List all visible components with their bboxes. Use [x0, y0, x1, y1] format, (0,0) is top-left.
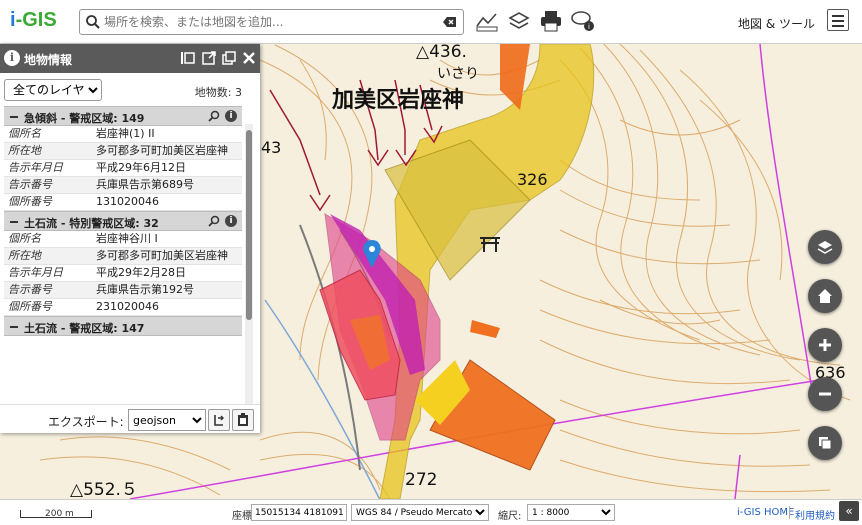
scale-label: 縮尺:	[498, 511, 522, 522]
collapse-icon[interactable]	[10, 221, 18, 223]
terms-link[interactable]: 利用規約	[795, 507, 835, 522]
coordinate-field[interactable]	[251, 504, 347, 521]
collapse-icon[interactable]	[10, 326, 18, 328]
table-row: 個所番号 231020046	[4, 299, 242, 316]
map-tools-label[interactable]: 地図 & ツール	[738, 15, 815, 32]
scrollbar-thumb[interactable]	[246, 130, 252, 320]
export-bar: エクスポート: geojson	[0, 404, 260, 433]
section-header-debris-special[interactable]: 土石流 - 特別警戒区域: 32 i	[4, 211, 242, 231]
search-input[interactable]	[104, 13, 434, 31]
section-header-slope-caution[interactable]: 急傾斜 - 警戒区域: 149 i	[4, 106, 242, 126]
zoom-out-button[interactable]	[808, 377, 842, 411]
feature-list: 急傾斜 - 警戒区域: 149 i 個所名 岩座神(1) II 所在地 多可郡多可町…	[4, 106, 242, 391]
divider	[789, 506, 790, 519]
feature-info-panel: i 地物情報 全てのレイヤ 地物数: 3 急傾斜 - 警戒区域: 149 i 個…	[0, 44, 260, 433]
export-format-select[interactable]: geojson	[128, 409, 206, 431]
collapse-toolbar-button[interactable]: «	[839, 501, 859, 521]
download-icon	[214, 415, 224, 426]
section-header-debris-caution[interactable]: 土石流 - 警戒区域: 147	[4, 316, 242, 336]
map-label-272: 272	[405, 470, 438, 490]
dock-icon[interactable]	[180, 50, 196, 66]
projection-select[interactable]: WGS 84 / Pseudo Mercator	[351, 504, 489, 521]
zoom-to-icon[interactable]	[208, 110, 220, 122]
home-extent-button[interactable]	[808, 279, 842, 313]
export-download-button[interactable]	[208, 409, 230, 431]
export-label: エクスポート:	[48, 415, 124, 429]
app-logo[interactable]: i-GIS	[10, 9, 57, 32]
clipboard-icon	[238, 413, 248, 426]
map-label-iwakura: 加美区岩座神	[332, 88, 465, 113]
panel-scrollbar[interactable]	[245, 124, 253, 429]
search-box	[79, 9, 464, 35]
panel-header: i 地物情報	[0, 44, 260, 73]
feature-count: 地物数: 3	[194, 86, 242, 99]
section-title: 急傾斜 - 警戒区域: 149	[24, 112, 145, 125]
table-row: 告示年月日 平成29年6月12日	[4, 160, 242, 177]
info-icon: i	[4, 50, 20, 66]
minus-icon	[819, 392, 831, 396]
table-row: 所在地 多可郡多可町加美区岩座神	[4, 143, 242, 160]
table-row: 告示番号 兵庫県告示第192号	[4, 282, 242, 299]
section-title: 土石流 - 特別警戒区域: 32	[24, 217, 159, 230]
table-row: 個所番号 131020046	[4, 194, 242, 211]
status-bar: 200 m 座標: WGS 84 / Pseudo Mercator 縮尺: 1…	[0, 499, 862, 525]
layers-draw-icon[interactable]	[506, 8, 532, 34]
map-label-summit-436: △436.	[416, 42, 467, 62]
table-row: 告示年月日 平成29年2月28日	[4, 265, 242, 282]
panel-title: 地物情報	[24, 53, 73, 67]
layer-filter-select[interactable]: 全てのレイヤ	[4, 79, 102, 101]
plus-icon	[819, 339, 831, 351]
hamburger-menu-button[interactable]	[827, 9, 849, 31]
map-label-552: △552.５	[70, 480, 138, 500]
layers-icon	[817, 241, 833, 254]
search-icon	[86, 15, 100, 29]
overview-icon	[819, 437, 832, 450]
layer-switch-button[interactable]	[808, 230, 842, 264]
table-row: 個所名 岩座神(1) II	[4, 126, 242, 143]
zoom-in-button[interactable]	[808, 328, 842, 362]
copy-window-icon[interactable]	[221, 50, 237, 66]
zoom-to-icon[interactable]	[208, 215, 220, 227]
table-row: 所在地 多可郡多可町加美区岩座神	[4, 248, 242, 265]
scale-select[interactable]: 1 : 8000	[527, 504, 615, 521]
map-label-326: 326	[517, 170, 548, 189]
home-icon	[818, 289, 832, 303]
igis-home-link[interactable]: i-GIS HOME	[737, 507, 794, 518]
map-label-isari: いさり	[437, 66, 479, 82]
clear-icon[interactable]	[443, 16, 457, 28]
attribute-table: 個所名 岩座神(1) II 所在地 多可郡多可町加美区岩座神 告示年月日 平成29年6…	[4, 126, 242, 211]
print-icon[interactable]	[538, 8, 564, 34]
table-row: 告示番号 兵庫県告示第689号	[4, 177, 242, 194]
overview-map-button[interactable]	[808, 426, 842, 460]
scale-bar-label: 200 m	[45, 509, 74, 519]
attribute-table: 個所名 岩座神谷川 I 所在地 多可郡多可町加美区岩座神 告示年月日 平成29年2月2…	[4, 231, 242, 316]
section-title: 土石流 - 警戒区域: 147	[24, 322, 145, 335]
export-clipboard-button[interactable]	[232, 409, 254, 431]
close-icon[interactable]	[241, 50, 257, 66]
svg-text:i: i	[588, 23, 590, 31]
info-icon[interactable]: i	[225, 110, 237, 122]
map-label-43: 43	[261, 138, 282, 157]
collapse-icon[interactable]	[10, 116, 18, 118]
info-icon[interactable]: i	[225, 215, 237, 227]
measure-icon[interactable]	[474, 8, 500, 34]
top-bar: i-GIS i 地図 & ツール	[0, 0, 862, 44]
table-row: 個所名 岩座神谷川 I	[4, 231, 242, 248]
popout-icon[interactable]	[201, 50, 217, 66]
info-balloon-icon[interactable]: i	[570, 8, 596, 34]
